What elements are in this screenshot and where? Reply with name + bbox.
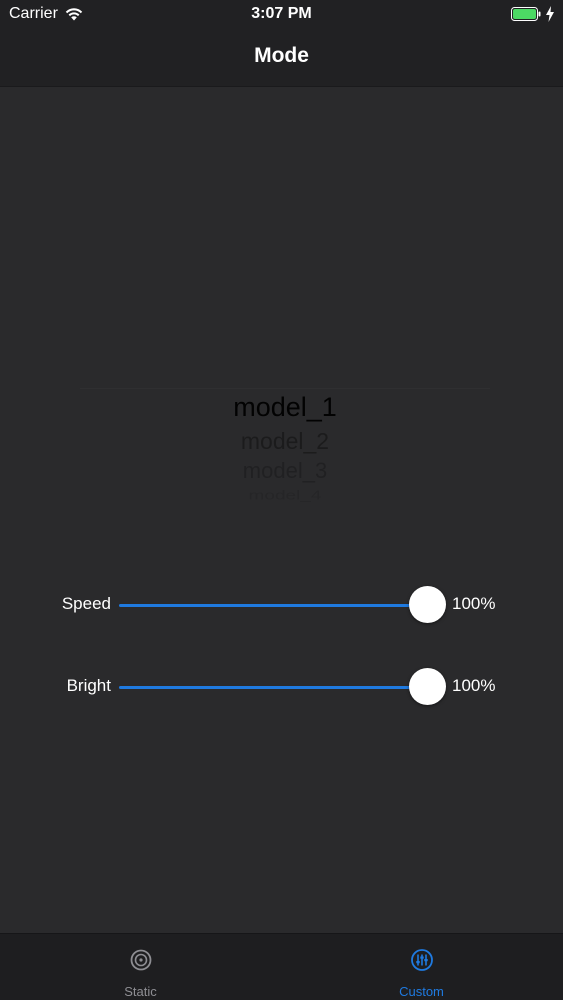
status-bar: Carrier 3:07 PM [0,0,563,30]
static-disc-icon [130,949,151,971]
speed-value: 100% [452,594,496,613]
battery-icon [511,7,541,21]
bright-slider-track[interactable] [119,686,427,689]
tab-custom-label: Custom [399,984,444,999]
tab-custom[interactable]: Custom [281,934,562,1000]
speed-slider-row: Speed 100% [0,585,563,625]
picker-item[interactable]: model_2 [80,428,490,455]
charging-icon [546,6,554,22]
bright-slider-row: Bright 100% [0,667,563,707]
speed-label: Speed [61,594,111,613]
picker-item-selected[interactable]: model_1 [80,392,490,423]
speed-slider-track[interactable] [119,604,427,607]
picker-item[interactable]: model_4 [80,488,490,503]
tab-static-label: Static [124,984,157,999]
bright-slider-thumb[interactable] [408,668,446,705]
status-time: 3:07 PM [251,5,312,22]
nav-bar: Mode [0,30,563,87]
bright-label: Bright [66,676,111,695]
tab-bar: Static Custom [0,933,563,1000]
page-title: Mode [254,44,309,67]
tab-static[interactable]: Static [0,934,281,1000]
bright-value: 100% [452,676,496,695]
speed-slider-thumb[interactable] [408,586,446,623]
mode-picker[interactable]: model_1 model_2 model_3 model_4 [80,380,490,510]
screen: Carrier 3:07 PM Mode model_1 model_2 mod… [0,0,563,1000]
picker-divider [80,388,490,389]
sliders-icon [410,949,433,971]
picker-item[interactable]: model_3 [80,458,490,484]
